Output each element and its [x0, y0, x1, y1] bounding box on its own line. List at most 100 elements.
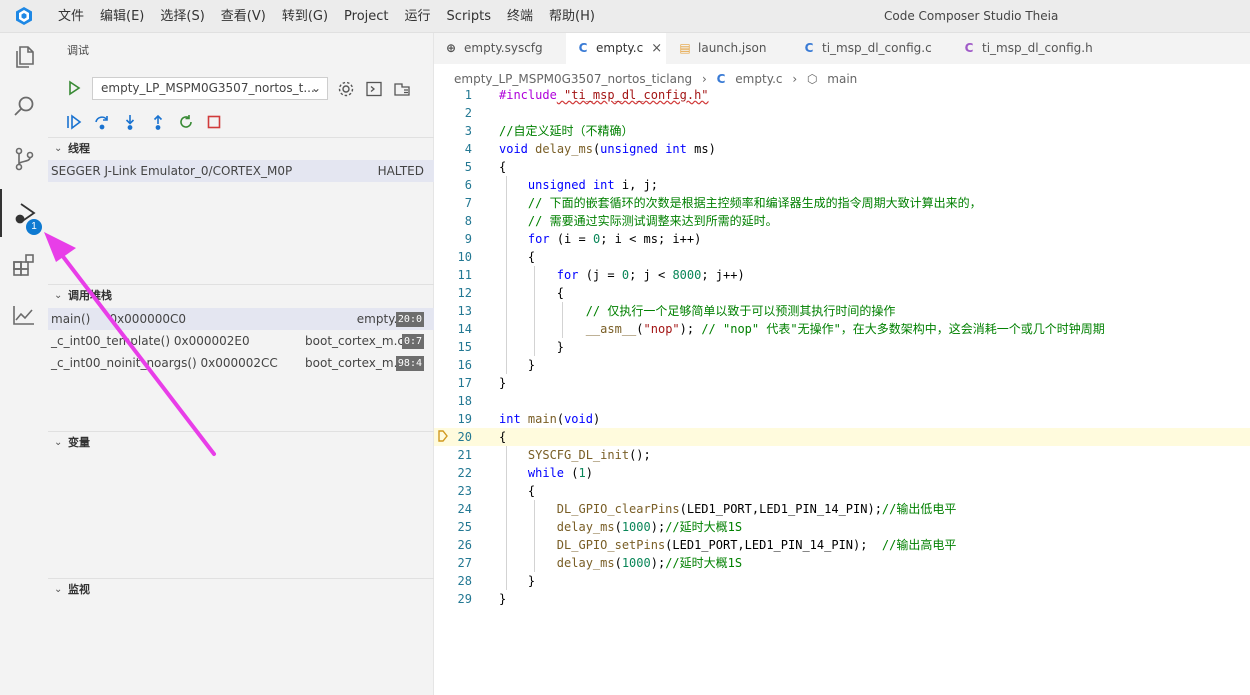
- code-line[interactable]: 27 delay_ms(1000);//延时大概1S: [434, 554, 1250, 572]
- callstack-frame[interactable]: _c_int00_template() 0x000002E0 boot_cort…: [48, 330, 434, 352]
- code-line[interactable]: 3 //自定义延时（不精确）: [434, 122, 1250, 140]
- line-number: 27: [457, 556, 472, 570]
- menu-item[interactable]: 选择(S): [160, 0, 212, 33]
- code-text: }: [499, 340, 565, 354]
- line-number: 3: [464, 124, 472, 138]
- code-line[interactable]: 28 }: [434, 572, 1250, 590]
- code-line[interactable]: 9 for (i = 0; i < ms; i++): [434, 230, 1250, 248]
- threads-section-header[interactable]: ⌄ 线程: [48, 138, 434, 160]
- step-out-icon[interactable]: [149, 113, 167, 131]
- code-line[interactable]: 17}: [434, 374, 1250, 392]
- code-line[interactable]: 18: [434, 392, 1250, 410]
- thread-row[interactable]: SEGGER J-Link Emulator_0/CORTEX_M0P HALT…: [48, 160, 434, 182]
- chevron-down-icon: ⌄: [54, 143, 63, 154]
- code-text: {: [499, 250, 536, 264]
- breadcrumb-symbol[interactable]: main: [827, 72, 857, 86]
- activity-extensions[interactable]: [0, 241, 48, 289]
- code-line[interactable]: 23 {: [434, 482, 1250, 500]
- tab-ti-msp-dl-config-h[interactable]: C ti_msp_dl_config.h: [952, 33, 1114, 64]
- start-debug-icon[interactable]: [66, 80, 82, 96]
- debug-sidebar: 调试 empty_LP_MSPM0G3507_nortos_t... ⌄ ⌄ 线…: [48, 33, 434, 695]
- code-line[interactable]: 26 DL_GPIO_setPins(LED1_PORT,LED1_PIN_14…: [434, 536, 1250, 554]
- code-line[interactable]: 10 {: [434, 248, 1250, 266]
- line-number: 2: [464, 106, 472, 120]
- menu-item[interactable]: Scripts: [447, 0, 499, 33]
- c-file-icon: C: [804, 41, 814, 55]
- more-actions-icon[interactable]: [393, 80, 411, 98]
- activity-run-debug[interactable]: 1: [0, 189, 48, 237]
- code-text: {: [499, 484, 536, 498]
- code-line[interactable]: 1 #include "ti_msp_dl_config.h": [434, 86, 1250, 104]
- code-text: int main(void): [499, 412, 601, 426]
- menu-item[interactable]: 运行: [405, 0, 439, 33]
- chevron-down-icon: ⌄: [54, 437, 63, 448]
- tab-ti-msp-dl-config-c[interactable]: C ti_msp_dl_config.c: [792, 33, 950, 64]
- breadcrumb-project[interactable]: empty_LP_MSPM0G3507_nortos_ticlang: [454, 72, 692, 86]
- code-line[interactable]: 29}: [434, 590, 1250, 608]
- stop-icon[interactable]: [205, 113, 223, 131]
- menu-item[interactable]: 帮助(H): [549, 0, 603, 33]
- menu-item[interactable]: 文件: [58, 0, 92, 33]
- menu-item[interactable]: 查看(V): [221, 0, 274, 33]
- indent-guide: [562, 302, 563, 338]
- code-text: unsigned int i, j;: [527, 178, 658, 192]
- code-line[interactable]: 5{: [434, 158, 1250, 176]
- code-line[interactable]: 14 __asm__("nop"); // "nop" 代表"无操作"，在大多数…: [434, 320, 1250, 338]
- tab-empty-syscfg[interactable]: ⊕ empty.syscfg: [434, 33, 564, 64]
- callstack-frame[interactable]: main() 0x000000C0 empty.c 20:0: [48, 308, 434, 330]
- code-line[interactable]: 2: [434, 104, 1250, 122]
- code-line[interactable]: 11 for (j = 0; j < 8000; j++): [434, 266, 1250, 284]
- menu-item[interactable]: 转到(G): [282, 0, 336, 33]
- code-line[interactable]: 21 SYSCFG_DL_init();: [434, 446, 1250, 464]
- menu-item[interactable]: Project: [344, 0, 396, 33]
- code-line[interactable]: 16 }: [434, 356, 1250, 374]
- watch-section-header[interactable]: ⌄ 监视: [48, 579, 434, 601]
- code-line[interactable]: 7 // 下面的嵌套循环的次数是根据主控频率和编译器生成的指令周期大致计算出来的…: [434, 194, 1250, 212]
- gear-icon[interactable]: [337, 80, 355, 98]
- current-line-marker-icon: [438, 430, 448, 442]
- line-number: 26: [457, 538, 472, 552]
- code-line[interactable]: 8 // 需要通过实际测试调整来达到所需的延时。: [434, 212, 1250, 230]
- code-line[interactable]: 20{: [434, 428, 1250, 446]
- callstack-frame[interactable]: _c_int00_noinit_noargs() 0x000002CC boot…: [48, 352, 434, 374]
- code-line[interactable]: 4 void delay_ms(unsigned int ms): [434, 140, 1250, 158]
- restart-icon[interactable]: [177, 113, 195, 131]
- variables-section-header[interactable]: ⌄ 变量: [48, 432, 434, 454]
- thread-state: HALTED: [377, 164, 424, 178]
- activity-explorer[interactable]: [0, 33, 48, 81]
- editor-area: ⊕ empty.syscfg C empty.c × ▤ launch.json …: [434, 33, 1250, 695]
- line-number: 21: [457, 448, 472, 462]
- code-line[interactable]: 13 // 仅执行一个足够简单以致于可以预测其执行时间的操作: [434, 302, 1250, 320]
- app-logo-icon: [16, 7, 32, 25]
- menu-item[interactable]: 终端: [507, 0, 541, 33]
- continue-icon[interactable]: [65, 113, 83, 131]
- code-text: }: [499, 376, 507, 390]
- code-line[interactable]: 19 int main(void): [434, 410, 1250, 428]
- line-number: 17: [457, 376, 472, 390]
- activity-search[interactable]: [0, 83, 48, 131]
- activity-source-control[interactable]: [0, 135, 48, 183]
- code-line[interactable]: 25 delay_ms(1000);//延时大概1S: [434, 518, 1250, 536]
- callstack-section-header[interactable]: ⌄ 调用堆栈: [48, 285, 434, 307]
- tab-launch-json[interactable]: ▤ launch.json: [668, 33, 790, 64]
- code-line[interactable]: 22 while (1): [434, 464, 1250, 482]
- activity-chart[interactable]: [0, 291, 48, 339]
- code-text: {: [499, 286, 565, 300]
- menu-item[interactable]: 编辑(E): [100, 0, 152, 33]
- code-line[interactable]: 6 unsigned int i, j;: [434, 176, 1250, 194]
- globe-icon: ⊕: [445, 41, 457, 55]
- tab-empty-c[interactable]: C empty.c ×: [566, 33, 666, 64]
- breadcrumb-file[interactable]: empty.c: [735, 72, 782, 86]
- indent-guide: [534, 500, 535, 572]
- frame-function: _c_int00_template() 0x000002E0: [51, 334, 250, 348]
- close-icon[interactable]: ×: [651, 41, 662, 56]
- debug-console-icon[interactable]: [365, 80, 383, 98]
- code-line[interactable]: 24 DL_GPIO_clearPins(LED1_PORT,LED1_PIN_…: [434, 500, 1250, 518]
- code-line[interactable]: 12 {: [434, 284, 1250, 302]
- step-over-icon[interactable]: [93, 113, 111, 131]
- step-into-icon[interactable]: [121, 113, 139, 131]
- chevron-down-icon: ⌄: [54, 290, 63, 301]
- code-line[interactable]: 15 }: [434, 338, 1250, 356]
- frame-file: boot_cortex_m.c: [305, 334, 404, 348]
- launch-config-select[interactable]: empty_LP_MSPM0G3507_nortos_t... ⌄: [92, 77, 328, 100]
